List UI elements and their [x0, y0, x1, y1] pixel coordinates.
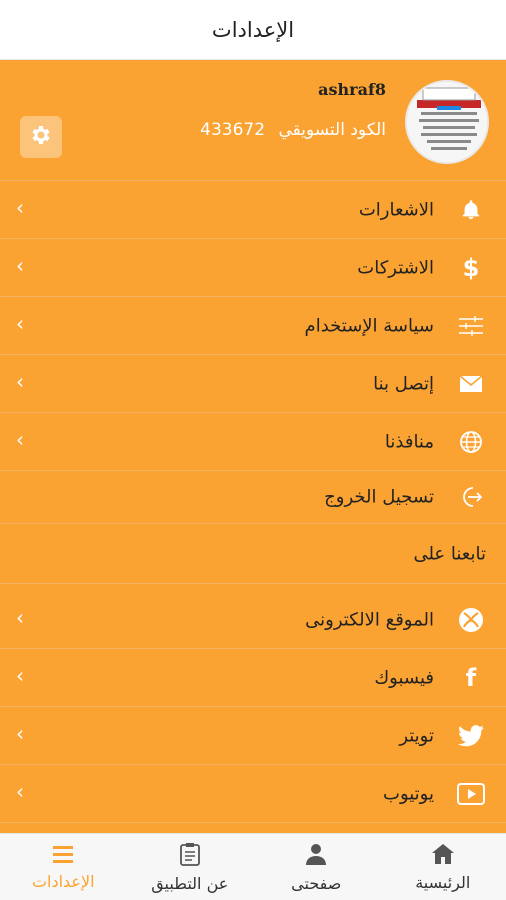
user-icon [304, 842, 328, 870]
marketing-code-label: الكود التسويقي [278, 120, 386, 140]
follow-us-heading: تابعنا على [0, 524, 506, 584]
menu-icon [52, 844, 74, 868]
youtube-icon [456, 779, 486, 809]
tab-about-app[interactable]: عن التطبيق [127, 834, 254, 900]
xbox-icon [456, 605, 486, 635]
menu-item-label: تسجيل الخروج [324, 486, 434, 508]
menu-item-notifications[interactable]: الاشعارات ‹ [0, 181, 506, 239]
marketing-code-value: 433672 [200, 120, 266, 140]
tab-settings[interactable]: الإعدادات [0, 834, 127, 900]
tab-label: عن التطبيق [151, 873, 229, 893]
chevron-left-icon: ‹ [16, 253, 24, 278]
mail-icon [456, 369, 486, 399]
chevron-left-icon: ‹ [16, 195, 24, 220]
follow-item-label: تويتر [399, 725, 434, 746]
menu-item-usage-policy[interactable]: سياسة الإستخدام ‹ [0, 297, 506, 355]
chevron-left-icon: ‹ [16, 369, 24, 394]
menu-item-logout[interactable]: تسجيل الخروج [0, 471, 506, 524]
chevron-left-icon: ‹ [16, 663, 24, 688]
logout-icon [456, 482, 486, 512]
sliders-icon [456, 311, 486, 341]
username: ashraf8 [318, 80, 386, 99]
follow-item-youtube[interactable]: يوتيوب ‹ [0, 765, 506, 823]
facebook-icon: f [465, 663, 477, 692]
tab-label: الرئيسية [415, 872, 471, 892]
menu-item-label: منافذنا [384, 431, 434, 452]
menu-item-label: الاشتركات [357, 257, 434, 278]
globe-icon [456, 427, 486, 457]
tab-home[interactable]: الرئيسية [380, 834, 506, 900]
chevron-left-icon: ‹ [16, 311, 24, 336]
tab-my-page[interactable]: صفحتى [253, 834, 380, 900]
menu-item-label: سياسة الإستخدام [304, 315, 434, 336]
chevron-left-icon: ‹ [16, 721, 24, 746]
bottom-tab-bar: الرئيسية صفحتى عن التطبيق الإعدادات [0, 833, 506, 900]
follow-item-facebook[interactable]: f فيسبوك ‹ [0, 649, 506, 707]
app-header: الإعدادات [0, 0, 506, 60]
menu-item-outlets[interactable]: منافذنا ‹ [0, 413, 506, 471]
tab-label: صفحتى [291, 873, 342, 893]
follow-item-twitter[interactable]: تويتر ‹ [0, 707, 506, 765]
settings-button[interactable] [20, 116, 62, 158]
section-title: تابعنا على [413, 543, 486, 564]
chevron-left-icon: ‹ [16, 779, 24, 804]
clipboard-icon [179, 842, 201, 870]
gear-icon [29, 123, 53, 151]
twitter-icon [456, 721, 486, 751]
marketing-code: الكود التسويقي 433672 [200, 120, 386, 140]
menu-item-label: إتصل بنا [373, 373, 434, 394]
avatar[interactable] [405, 80, 489, 164]
menu-item-contact-us[interactable]: إتصل بنا ‹ [0, 355, 506, 413]
menu-item-label: الاشعارات [358, 199, 434, 220]
dollar-icon: $ [462, 253, 480, 282]
follow-item-label: فيسبوك [374, 667, 434, 688]
menu-item-subscriptions[interactable]: $ الاشتركات ‹ [0, 239, 506, 297]
follow-item-website[interactable]: الموقع الالكترونى ‹ [0, 591, 506, 649]
follow-item-label: الموقع الالكترونى [305, 609, 434, 630]
home-icon [431, 843, 455, 869]
bell-icon [456, 195, 486, 225]
chevron-left-icon: ‹ [16, 427, 24, 452]
page-title: الإعدادات [211, 17, 295, 42]
chevron-left-icon: ‹ [16, 605, 24, 630]
follow-item-label: يوتيوب [383, 783, 434, 804]
profile-section: ashraf8 الكود التسويقي 433672 [0, 60, 506, 181]
tab-label: الإعدادات [31, 871, 95, 891]
